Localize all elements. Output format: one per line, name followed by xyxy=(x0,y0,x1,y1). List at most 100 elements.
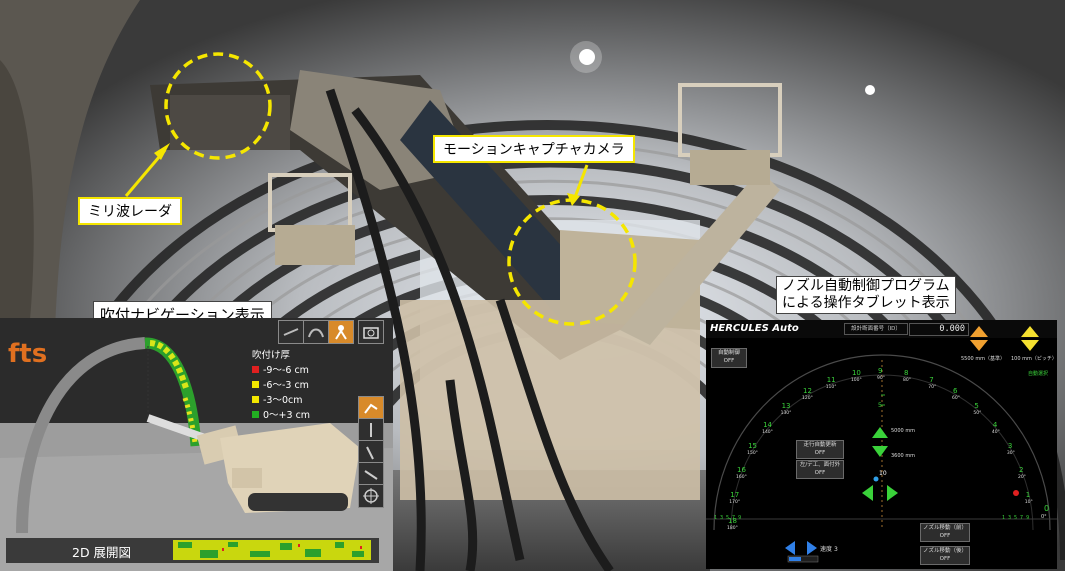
target-icon[interactable] xyxy=(358,484,384,508)
sector-degree: 90° xyxy=(877,376,885,381)
legend-item: -6〜-3 cm xyxy=(252,378,310,393)
sector-degree: 40° xyxy=(991,429,1000,435)
section-id-value[interactable]: 0.000 xyxy=(909,323,969,336)
legend-swatch xyxy=(252,381,259,388)
legend-item: -3〜0cm xyxy=(252,393,310,408)
sector-number: 3 xyxy=(1007,442,1013,450)
sector-degree: 30° xyxy=(1006,451,1015,456)
side-work-label: 左/デ工、面付外 xyxy=(799,462,841,468)
legend-swatch xyxy=(252,366,259,373)
side-work-state: OFF xyxy=(814,470,826,476)
travel-auto-update-label: 走行自動更新 xyxy=(803,442,837,448)
speed-text: 速度 xyxy=(820,546,833,553)
right-scale: 1 3 5 7 9 xyxy=(1002,515,1030,521)
nozzle-updown-arrows-icon[interactable] xyxy=(870,426,890,462)
nozzle-move-back-state: OFF xyxy=(939,556,951,562)
sector-number: 17 xyxy=(730,490,740,499)
side-work-button[interactable]: 左/デ工、面付外 OFF xyxy=(796,460,844,479)
nozzle-move-front-button[interactable]: ノズル移動（前） OFF xyxy=(920,523,970,542)
sector-degree: 70° xyxy=(928,385,937,391)
legend-item: -9〜-6 cm xyxy=(252,363,310,378)
nozzle-icon-3[interactable] xyxy=(358,462,384,486)
navigation-panel: fts 吹付け厚 -9〜-6 cm -6〜-3 cm -3〜0cm 0〜+3 cm 2… xyxy=(0,318,393,571)
nozzle-move-front-state: OFF xyxy=(939,533,951,539)
sector-degree: 60° xyxy=(952,396,960,402)
2d-map-label: 2D 展開図 xyxy=(72,545,132,560)
tablet-display-label: ノズル自動制御プログラム による操作タブレット表示 xyxy=(776,276,956,314)
sector-degree: 180° xyxy=(727,526,738,531)
auto-control-label: 自動制御 xyxy=(717,350,740,356)
view-icon-1[interactable] xyxy=(278,320,304,344)
sector-number: 9 xyxy=(878,367,883,375)
sector-number: 11 xyxy=(826,376,836,385)
person-icon[interactable] xyxy=(328,320,354,344)
sector-zero-degree: 0° xyxy=(1041,514,1047,520)
sector-degree: 110° xyxy=(825,385,837,391)
center-top-number: 5 xyxy=(878,402,882,409)
sector-degree: 130° xyxy=(780,411,792,417)
nozzle-move-back-button[interactable]: ノズル移動（後） OFF xyxy=(920,546,970,565)
speed-arrows-icon[interactable] xyxy=(784,541,818,555)
sector-number: 5 xyxy=(974,402,979,411)
sector-degree: 20° xyxy=(1017,474,1026,480)
travel-auto-update-state: OFF xyxy=(814,450,826,456)
legend-swatch xyxy=(252,411,259,418)
sector-number: 4 xyxy=(992,420,998,429)
radar-label: ミリ波レーダ xyxy=(78,197,182,225)
section-id-label: 設計断面番号（ID） xyxy=(844,323,908,335)
sector-degree: 10° xyxy=(1024,499,1033,505)
view-icon-2[interactable] xyxy=(303,320,329,344)
nozzle-icon-2[interactable] xyxy=(358,440,384,464)
sector-number: 12 xyxy=(803,387,812,396)
thickness-legend: 吹付け厚 -9〜-6 cm -6〜-3 cm -3〜0cm 0〜+3 cm xyxy=(252,348,310,423)
navigation-3d-view: fts xyxy=(0,318,393,571)
nozzle-move-back-label: ノズル移動（後） xyxy=(922,548,967,554)
base-distance-label: 5500 mm（基準） xyxy=(961,356,1006,362)
legend-label: -9〜-6 cm xyxy=(263,365,309,376)
legend-item: 0〜+3 cm xyxy=(252,408,310,423)
spray-icon[interactable] xyxy=(358,396,384,420)
nozzle-move-front-label: ノズル移動（前） xyxy=(922,525,967,531)
pitch-arrows-yellow-icon[interactable] xyxy=(1019,324,1041,354)
legend-label: -6〜-3 cm xyxy=(263,380,309,391)
nozzle-icon-1[interactable] xyxy=(358,418,384,442)
distance-arrows-orange-icon[interactable] xyxy=(968,324,990,354)
sector-degree: 170° xyxy=(729,499,741,505)
legend-swatch xyxy=(252,396,259,403)
pitch-label: 100 mm（ピッチ） xyxy=(1011,356,1057,362)
auto-control-state: OFF xyxy=(723,358,735,364)
legend-label: -3〜0cm xyxy=(263,395,303,406)
sector-degree: 80° xyxy=(903,378,912,384)
legend-label: 0〜+3 cm xyxy=(263,410,311,421)
center-lower-value: 3600 mm xyxy=(891,453,916,459)
camera-icon[interactable] xyxy=(358,320,384,344)
fts-logo: fts xyxy=(8,339,47,369)
sector-zero-number: 0 xyxy=(1044,504,1050,513)
tablet-display-label-line2: による操作タブレット表示 xyxy=(782,295,950,311)
position-marker-label: 10 xyxy=(879,470,887,477)
legend-title: 吹付け厚 xyxy=(252,350,291,361)
sector-number: 2 xyxy=(1018,465,1024,474)
speed-value: 3 xyxy=(833,546,838,553)
sector-number: 6 xyxy=(953,387,958,396)
tablet-display-label-line1: ノズル自動制御プログラム xyxy=(782,278,950,294)
brand-title: HERCULES Auto xyxy=(710,323,799,334)
auto-control-button[interactable]: 自動制御 OFF xyxy=(711,348,747,368)
sector-number: 16 xyxy=(737,465,746,474)
center-upper-value: 5000 mm xyxy=(891,428,916,434)
sector-degree: 50° xyxy=(973,411,982,417)
travel-auto-update-button[interactable]: 走行自動更新 OFF xyxy=(796,440,844,459)
sector-degree: 160° xyxy=(736,474,747,480)
sector-number: 15 xyxy=(748,442,758,450)
sector-degree: 100° xyxy=(850,378,862,384)
nozzle-leftright-arrows-icon[interactable] xyxy=(860,484,900,502)
sector-number: 13 xyxy=(781,402,791,411)
left-scale: 1 3 5 7 9 xyxy=(714,515,742,521)
mocap-camera-label: モーションキャプチャカメラ xyxy=(433,135,635,163)
sector-number: 14 xyxy=(763,420,772,429)
sector-number: 10 xyxy=(851,369,861,378)
tablet-panel: HERCULES Auto 設計断面番号（ID） 0.000 自動制御 OFF … xyxy=(706,320,1057,569)
sector-number: 7 xyxy=(929,376,934,385)
auto-select-status: 自動選択 xyxy=(1028,371,1049,377)
sector-degree: 120° xyxy=(802,396,813,402)
